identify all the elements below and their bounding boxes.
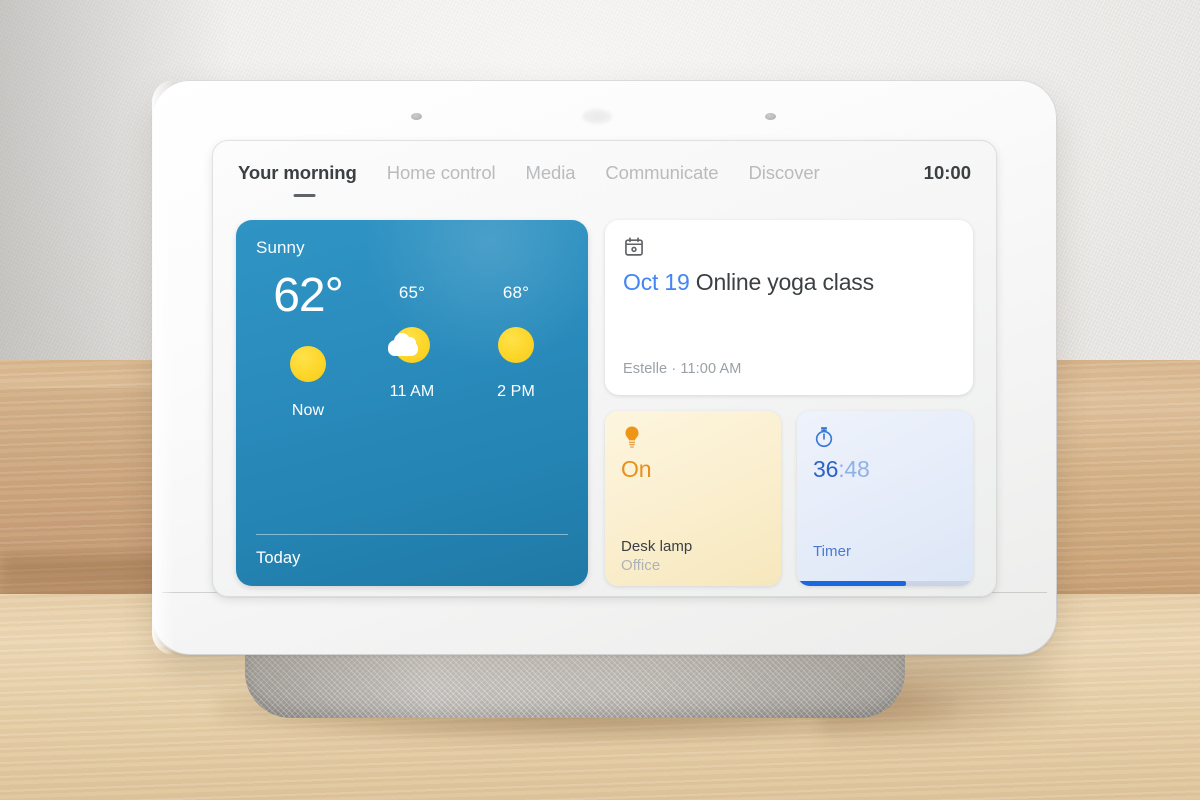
weather-label-now: Now	[291, 402, 325, 419]
sun-icon	[284, 340, 332, 388]
tab-your-morning[interactable]: Your morning	[236, 162, 375, 197]
sun-disc	[290, 346, 326, 382]
lamp-name: Desk lamp	[621, 538, 693, 555]
tab-communicate-label: Communicate	[605, 162, 719, 183]
tab-home-control-label: Home control	[386, 162, 496, 183]
calendar-icon	[625, 237, 643, 256]
tab-discover-label: Discover	[748, 162, 820, 183]
timer-tile[interactable]: 36:48 Timer	[797, 411, 973, 586]
tab-communicate[interactable]: Communicate	[605, 162, 736, 184]
weather-forecast-now: 62° Now	[256, 272, 360, 420]
tab-home-control[interactable]: Home control	[387, 162, 514, 184]
timer-seconds: 48	[844, 456, 870, 482]
timer-progress-track[interactable]	[797, 581, 973, 586]
weather-forecast-2pm: 68° 2 PM	[464, 272, 568, 401]
scene: Your morning Home control Media Communic…	[0, 0, 1200, 800]
calendar-title-line: Oct 19 Online yoga class	[623, 269, 955, 296]
desk-lamp-tile[interactable]: On Desk lamp Office	[605, 411, 781, 586]
weather-forecast-11am: 65° 11 AM	[360, 272, 464, 401]
calendar-event-title: Online yoga class	[695, 269, 874, 295]
weather-label-11am: 11 AM	[389, 383, 435, 400]
sensor-center-icon	[582, 109, 612, 124]
timer-minutes: 36	[813, 456, 839, 482]
lamp-state: On	[621, 456, 652, 482]
weather-today-label: Today	[256, 549, 301, 567]
lightbulb-icon	[625, 426, 639, 448]
timer-remaining: 36:48	[813, 458, 957, 481]
tab-your-morning-label: Your morning	[238, 162, 357, 183]
timer-progress-fill	[797, 581, 907, 586]
tab-media[interactable]: Media	[526, 162, 594, 184]
calendar-date: Oct 19	[623, 269, 690, 295]
sun-cloud-icon	[388, 321, 436, 369]
weather-temp-2pm: 68°	[502, 283, 530, 302]
right-column: Oct 19 Online yoga class Estelle · 11:00…	[605, 220, 973, 586]
content-area: Sunny 62° Now 65° 11 AM 68° 2 PM Today O…	[236, 220, 973, 586]
calendar-subtitle: Estelle · 11:00 AM	[623, 361, 742, 377]
timer-label: Timer	[813, 543, 852, 560]
tab-active-underline	[293, 194, 316, 197]
tile-row: On Desk lamp Office 36:48 Timer	[605, 411, 973, 586]
sun-icon	[492, 321, 540, 369]
weather-label-2pm: 2 PM	[497, 383, 535, 400]
status-clock: 10:00	[923, 162, 971, 183]
weather-card[interactable]: Sunny 62° Now 65° 11 AM 68° 2 PM Today	[236, 220, 588, 586]
cloud-shape	[388, 333, 418, 356]
sensor-left-icon	[411, 113, 422, 120]
weather-condition: Sunny	[256, 238, 305, 257]
tab-media-label: Media	[525, 162, 576, 183]
display-screen: Your morning Home control Media Communic…	[212, 140, 997, 597]
tab-discover[interactable]: Discover	[748, 162, 837, 184]
weather-temp-11am: 65°	[398, 283, 426, 302]
weather-forecast-row: 62° Now 65° 11 AM 68° 2 PM	[256, 272, 568, 420]
sun-disc	[498, 327, 534, 363]
weather-current-temp: 62°	[273, 269, 344, 322]
stopwatch-icon	[815, 427, 833, 448]
lamp-room: Office	[621, 557, 661, 574]
sensor-right-icon	[765, 113, 776, 120]
calendar-event-card[interactable]: Oct 19 Online yoga class Estelle · 11:00…	[605, 220, 973, 395]
tab-bar: Your morning Home control Media Communic…	[236, 162, 973, 206]
